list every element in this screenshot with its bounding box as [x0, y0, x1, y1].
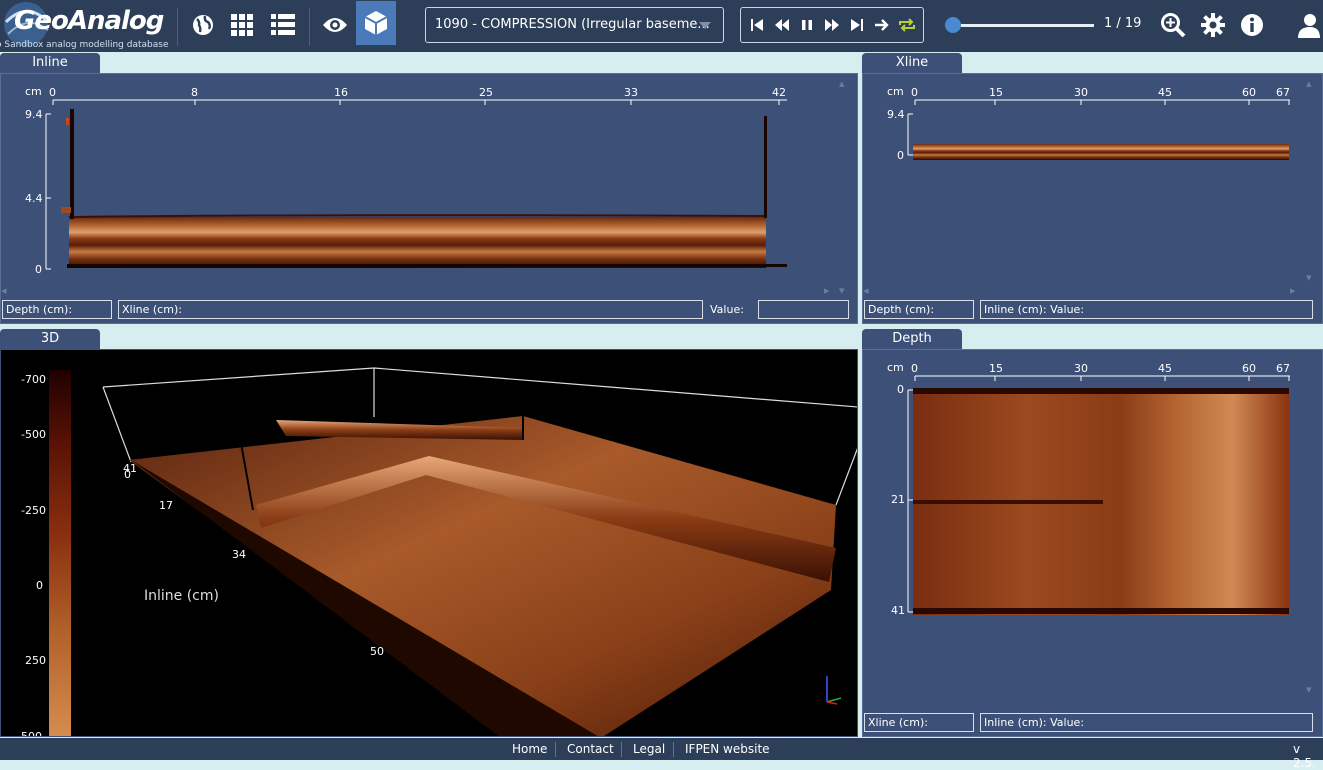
fast-forward-icon[interactable] — [822, 15, 842, 35]
frame-slider-track[interactable] — [952, 24, 1094, 27]
loop-icon[interactable] — [897, 15, 917, 35]
scroll-down-icon[interactable]: ▾ — [1306, 271, 1312, 284]
tab-inline[interactable]: Inline — [0, 53, 100, 73]
gear-icon[interactable] — [1195, 8, 1231, 42]
scroll-down-icon[interactable]: ▾ — [1306, 683, 1312, 696]
footer: Home Contact Legal IFPEN website v 2.5. — [0, 738, 1323, 770]
toolbar-divider — [309, 8, 310, 46]
3d-axis-tick: 50 — [370, 645, 384, 658]
scroll-left-icon[interactable]: ◂ — [863, 284, 869, 297]
logo-tagline: o Sandbox analog modelling database — [0, 40, 169, 50]
skip-end-icon[interactable] — [847, 15, 867, 35]
dataset-select-value: 1090 - COMPRESSION (Irregular baseme... — [435, 17, 710, 32]
depth-slice-image[interactable] — [863, 350, 1323, 737]
scroll-up-icon[interactable]: ▴ — [839, 77, 845, 90]
tab-3d[interactable]: 3D — [0, 329, 100, 349]
skip-start-icon[interactable] — [747, 15, 767, 35]
globe-icon[interactable] — [185, 8, 221, 42]
zoom-icon[interactable] — [1155, 8, 1191, 42]
3d-axis-tick: 34 — [232, 548, 246, 561]
inline-value-label: Value: — [710, 303, 744, 316]
footer-divider — [621, 742, 622, 757]
scroll-down-icon[interactable]: ▾ — [839, 284, 845, 297]
rewind-icon[interactable] — [772, 15, 792, 35]
playback-controls — [740, 7, 924, 43]
tab-depth[interactable]: Depth — [862, 329, 962, 349]
arrow-right-icon[interactable] — [872, 15, 892, 35]
xline-depth-readout: Depth (cm): — [864, 300, 974, 319]
info-icon[interactable] — [1234, 8, 1270, 42]
version-label: v 2.5. — [1293, 742, 1316, 770]
footer-link-legal[interactable]: Legal — [633, 742, 665, 756]
footer-divider — [555, 742, 556, 757]
frame-slider-handle[interactable] — [945, 17, 961, 33]
chevron-down-icon — [699, 22, 711, 29]
eye-icon[interactable] — [317, 8, 353, 42]
inline-depth-readout: Depth (cm): — [2, 300, 112, 319]
3d-axis-tick: 0 — [124, 468, 131, 481]
viewer-3d[interactable]: -700 -500 -250 0 250 500 41 0 17 34 50 I… — [0, 349, 858, 737]
scroll-left-icon[interactable]: ◂ — [1, 284, 7, 297]
frame-counter: 1 / 19 — [1104, 16, 1142, 31]
scroll-right-icon[interactable]: ▸ — [1290, 284, 1296, 297]
dataset-select[interactable]: 1090 - COMPRESSION (Irregular baseme... — [425, 7, 724, 43]
user-icon[interactable] — [1293, 8, 1323, 42]
top-bar: GeoAnalog o Sandbox analog modelling dat… — [0, 0, 1323, 52]
depth-inline-readout: Inline (cm): Value: — [980, 713, 1313, 732]
footer-divider — [673, 742, 674, 757]
footer-link-contact[interactable]: Contact — [567, 742, 614, 756]
toolbar-divider — [177, 8, 178, 46]
inline-xline-readout: Xline (cm): — [118, 300, 703, 319]
inline-value-field — [758, 300, 849, 319]
tab-xline[interactable]: Xline — [862, 53, 962, 73]
inline-section-image[interactable] — [1, 74, 858, 324]
list-icon[interactable] — [265, 8, 301, 42]
xline-inline-readout: Inline (cm): Value: — [980, 300, 1313, 319]
depth-xline-readout: Xline (cm): — [864, 713, 974, 732]
3d-axis-tick: 17 — [159, 499, 173, 512]
logo-title: GeoAnalog — [14, 6, 164, 36]
logo[interactable]: GeoAnalog o Sandbox analog modelling dat… — [0, 0, 170, 52]
xline-panel: cm 0 15 30 45 60 67 9.4 0 ▴ ▾ ◂ ▸ Depth … — [862, 73, 1323, 324]
pause-icon[interactable] — [797, 15, 817, 35]
depth-panel: cm 0 15 30 45 60 67 0 21 41 ▾ Xline (cm)… — [862, 349, 1323, 737]
xline-section-image[interactable] — [863, 74, 1323, 324]
footer-link-ifpen[interactable]: IFPEN website — [685, 742, 770, 756]
cube-icon[interactable] — [356, 1, 396, 45]
3d-axis-label: Inline (cm) — [144, 588, 219, 604]
scroll-up-icon[interactable]: ▴ — [1306, 77, 1312, 90]
grid-icon[interactable] — [224, 8, 260, 42]
footer-link-home[interactable]: Home — [512, 742, 547, 756]
axes-orientation-icon — [826, 676, 842, 705]
inline-panel: cm 0 8 16 25 33 42 9.4 4.4 0 ▴ ▾ ◂ ▸ Dep… — [0, 73, 858, 324]
3d-model-view[interactable] — [1, 350, 858, 737]
scroll-right-icon[interactable]: ▸ — [824, 284, 830, 297]
